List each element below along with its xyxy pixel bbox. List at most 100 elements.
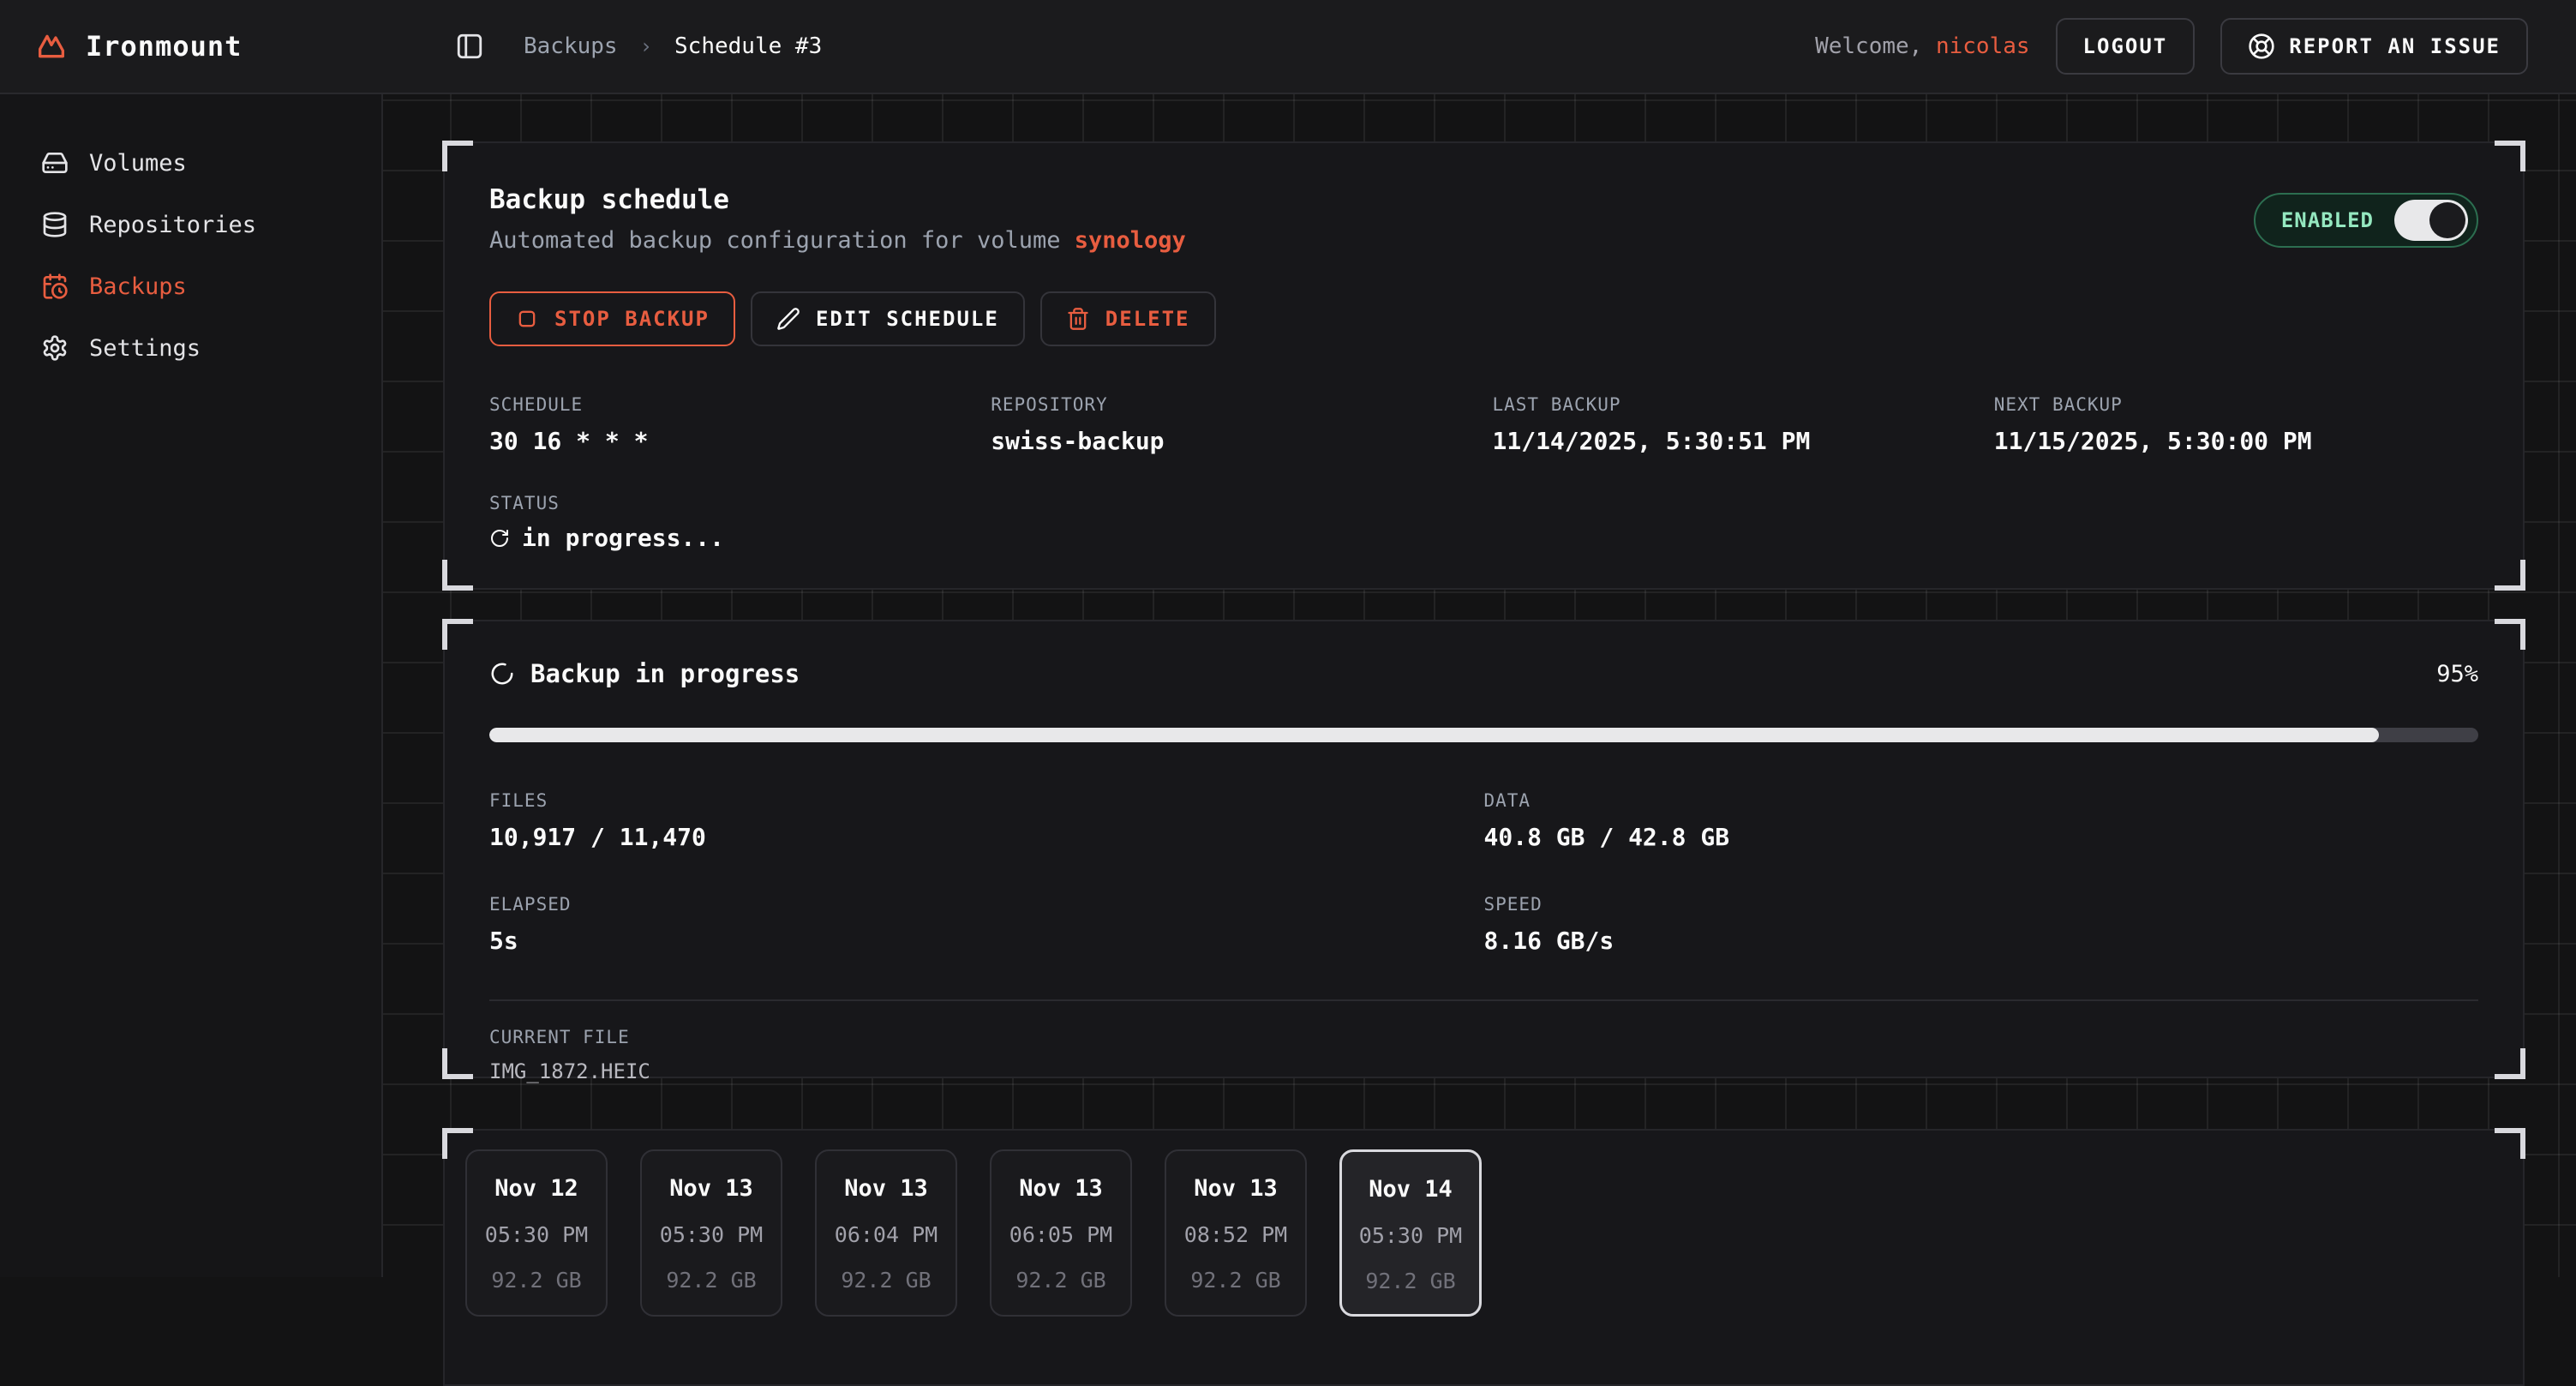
history-item-selected[interactable]: Nov 14 05:30 PM 92.2 GB (1339, 1149, 1482, 1317)
loader-circle-icon (489, 661, 515, 687)
progress-fill (489, 728, 2379, 742)
brand: Ironmount (0, 29, 383, 63)
stat-label: DATA (1484, 790, 2479, 811)
header-actions: Welcome, nicolas LOGOUT REPORT AN ISSUE (1815, 18, 2576, 75)
corner-bracket (442, 619, 473, 650)
report-issue-button[interactable]: REPORT AN ISSUE (2220, 18, 2528, 75)
enabled-toggle[interactable]: ENABLED (2254, 193, 2478, 248)
stat-data: DATA 40.8 GB / 42.8 GB (1484, 790, 2479, 851)
stat-label: FILES (489, 790, 1484, 811)
subtitle-prefix: Automated backup configuration for volum… (489, 227, 1075, 254)
history-date: Nov 14 (1342, 1176, 1479, 1203)
stat-elapsed: ELAPSED 5s (489, 894, 1484, 955)
sidebar-item-volumes[interactable]: Volumes (0, 132, 381, 194)
stat-files: FILES 10,917 / 11,470 (489, 790, 1484, 851)
calendar-clock-icon (41, 273, 69, 300)
top-header: Ironmount Backups › Schedule #3 Welcome,… (0, 0, 2576, 94)
history-time: 06:05 PM (991, 1222, 1130, 1247)
history-date: Nov 13 (1166, 1175, 1305, 1202)
progress-bar (489, 728, 2478, 742)
square-stop-icon (515, 307, 539, 331)
history-date: Nov 13 (991, 1175, 1130, 1202)
history-item[interactable]: Nov 13 06:04 PM 92.2 GB (815, 1149, 957, 1317)
field-label: NEXT BACKUP (1994, 394, 2478, 415)
schedule-card-heading: Backup schedule Automated backup configu… (489, 184, 1186, 254)
history-time: 05:30 PM (467, 1222, 606, 1247)
history-size: 92.2 GB (467, 1268, 606, 1293)
history-date: Nov 13 (642, 1175, 781, 1202)
history-item[interactable]: Nov 12 05:30 PM 92.2 GB (465, 1149, 608, 1317)
corner-bracket (2495, 1128, 2525, 1159)
enabled-label: ENABLED (2281, 208, 2374, 232)
history-size: 92.2 GB (1342, 1269, 1479, 1293)
field-value: 11/14/2025, 5:30:51 PM (1493, 427, 1977, 455)
stat-speed: SPEED 8.16 GB/s (1484, 894, 2479, 955)
field-last-backup: LAST BACKUP 11/14/2025, 5:30:51 PM (1493, 394, 1977, 455)
sidebar-toggle-button[interactable] (455, 32, 484, 61)
field-value: swiss-backup (991, 427, 1475, 455)
lifebuoy-icon (2248, 33, 2275, 60)
history-time: 08:52 PM (1166, 1222, 1305, 1247)
backup-schedule-card: Backup schedule Automated backup configu… (443, 141, 2525, 590)
status-label: STATUS (489, 493, 2478, 513)
delete-button[interactable]: DELETE (1040, 291, 1216, 346)
corner-bracket (442, 141, 473, 171)
backup-history-card: Nov 12 05:30 PM 92.2 GB Nov 13 05:30 PM … (443, 1129, 2525, 1386)
backup-progress-card: Backup in progress 95% FILES 10,917 / 11… (443, 620, 2525, 1078)
history-item[interactable]: Nov 13 06:05 PM 92.2 GB (990, 1149, 1132, 1317)
gear-icon (41, 334, 69, 362)
history-size: 92.2 GB (642, 1268, 781, 1293)
card-subtitle: Automated backup configuration for volum… (489, 227, 1186, 254)
trash-icon (1066, 307, 1090, 331)
history-size: 92.2 GB (817, 1268, 956, 1293)
history-time: 06:04 PM (817, 1222, 956, 1247)
history-item[interactable]: Nov 13 05:30 PM 92.2 GB (640, 1149, 782, 1317)
corner-bracket (442, 560, 473, 591)
history-item[interactable]: Nov 13 08:52 PM 92.2 GB (1165, 1149, 1307, 1317)
sidebar-item-settings[interactable]: Settings (0, 317, 381, 379)
sidebar-item-repositories[interactable]: Repositories (0, 194, 381, 255)
card-title: Backup schedule (489, 184, 1186, 215)
rotate-cw-icon (489, 528, 510, 549)
history-size: 92.2 GB (991, 1268, 1130, 1293)
app-title: Ironmount (86, 30, 242, 63)
progress-percent: 95% (2436, 661, 2478, 687)
corner-bracket (2495, 141, 2525, 171)
history-time: 05:30 PM (1342, 1223, 1479, 1248)
history-date: Nov 12 (467, 1175, 606, 1202)
toggle-knob (2429, 202, 2465, 238)
field-label: REPOSITORY (991, 394, 1475, 415)
stat-value: 40.8 GB / 42.8 GB (1484, 823, 2479, 851)
breadcrumb-current: Schedule #3 (674, 33, 822, 59)
field-label: LAST BACKUP (1493, 394, 1977, 415)
mountain-icon (34, 29, 69, 63)
sidebar-item-backups[interactable]: Backups (0, 255, 381, 317)
corner-bracket (2495, 1048, 2525, 1079)
history-time: 05:30 PM (642, 1222, 781, 1247)
corner-bracket (442, 1048, 473, 1079)
stat-value: 5s (489, 927, 1484, 955)
edit-schedule-button[interactable]: EDIT SCHEDULE (751, 291, 1025, 346)
current-file-label: CURRENT FILE (489, 1027, 2478, 1047)
volume-name: synology (1075, 227, 1186, 254)
chevron-right-icon: › (640, 34, 652, 58)
sidebar-item-label: Settings (89, 335, 201, 362)
stop-backup-button[interactable]: STOP BACKUP (489, 291, 735, 346)
toggle-switch[interactable] (2394, 200, 2468, 241)
logout-button[interactable]: LOGOUT (2056, 18, 2196, 75)
username: nicolas (1936, 33, 2030, 59)
hard-drive-icon (41, 149, 69, 177)
status-value: in progress... (522, 524, 724, 552)
pencil-icon (776, 307, 800, 331)
field-next-backup: NEXT BACKUP 11/15/2025, 5:30:00 PM (1994, 394, 2478, 455)
corner-bracket (2495, 619, 2525, 650)
welcome-prefix: Welcome, (1815, 33, 1936, 59)
sidebar-item-label: Backups (89, 273, 187, 300)
field-value: 11/15/2025, 5:30:00 PM (1994, 427, 2478, 455)
database-icon (41, 211, 69, 238)
field-repository: REPOSITORY swiss-backup (991, 394, 1475, 455)
stat-label: SPEED (1484, 894, 2479, 915)
stat-value: 8.16 GB/s (1484, 927, 2479, 955)
breadcrumb-backups-link[interactable]: Backups (524, 33, 618, 59)
history-size: 92.2 GB (1166, 1268, 1305, 1293)
